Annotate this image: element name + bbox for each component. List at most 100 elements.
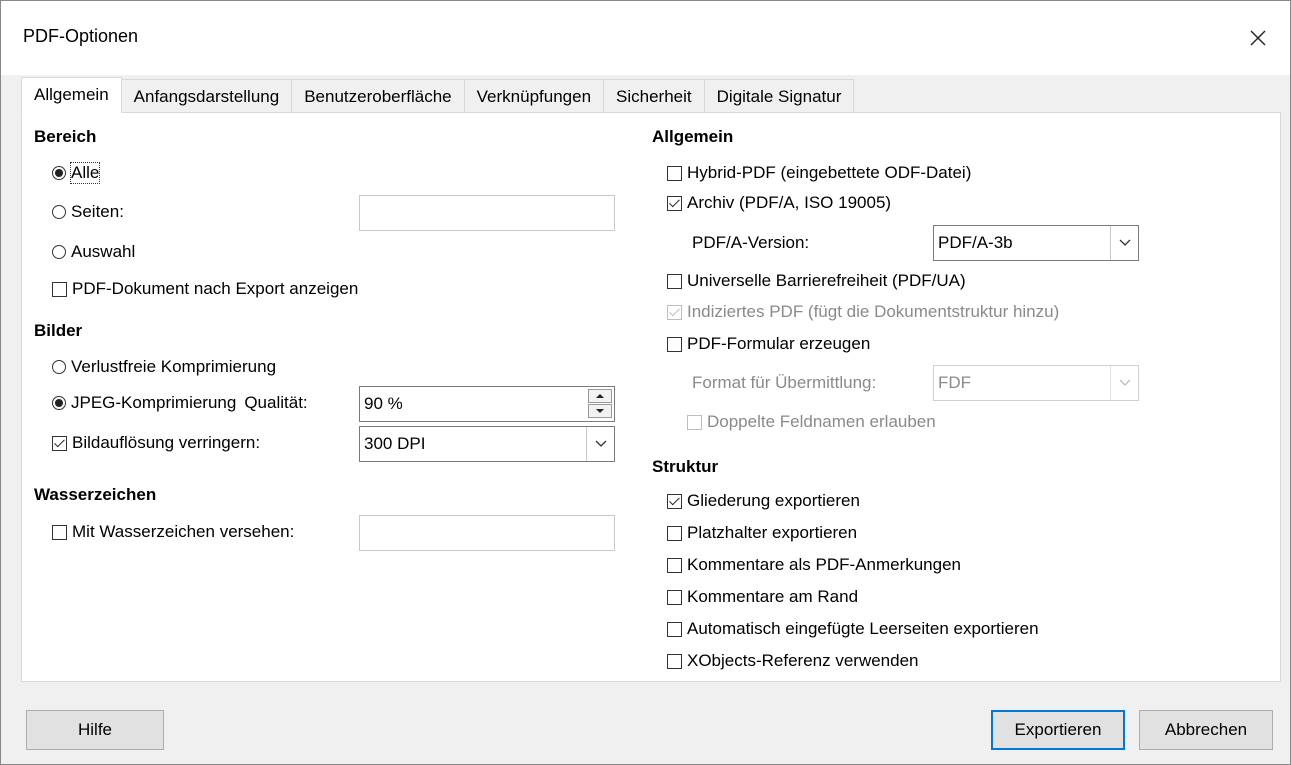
pdfa-version-dropdown-button[interactable] xyxy=(1110,226,1138,260)
duplicate-fields-checkbox xyxy=(687,414,702,430)
xobjects-option[interactable]: XObjects-Referenz verwenden xyxy=(667,649,919,673)
structure-heading: Struktur xyxy=(652,457,719,476)
watermark-label: Mit Wasserzeichen versehen: xyxy=(72,522,295,541)
title-bar: PDF-Optionen xyxy=(1,1,1290,75)
submit-format-label-row: Format für Übermittlung: xyxy=(692,371,876,395)
chevron-down-icon xyxy=(595,440,606,447)
archive-pdfa-checkbox[interactable] xyxy=(667,195,682,211)
pdfa-version-select[interactable]: PDF/A-3b xyxy=(933,225,1139,261)
export-placeholders-label: Platzhalter exportieren xyxy=(687,523,858,542)
export-outline-option[interactable]: Gliederung exportieren xyxy=(667,489,860,513)
range-pages-option[interactable]: Seiten: xyxy=(52,200,124,224)
quality-label: Qualität: xyxy=(244,393,308,412)
quality-value: 90 % xyxy=(364,394,403,413)
tab-bar: Allgemein Anfangsdarstellung Benutzerobe… xyxy=(21,77,855,113)
comments-annotations-option[interactable]: Kommentare als PDF-Anmerkungen xyxy=(667,553,961,577)
jpeg-radio[interactable] xyxy=(52,396,66,410)
spin-up-button[interactable] xyxy=(588,389,612,403)
hybrid-pdf-checkbox[interactable] xyxy=(667,165,682,181)
xobjects-label: XObjects-Referenz verwenden xyxy=(687,651,919,670)
lossless-radio[interactable] xyxy=(52,360,66,374)
export-placeholders-checkbox[interactable] xyxy=(667,525,682,541)
blank-pages-option[interactable]: Automatisch eingefügte Leerseiten export… xyxy=(667,617,1039,641)
general-tab-panel: Bereich Alle Seiten: Auswahl PDF-Dokumen… xyxy=(21,112,1281,682)
create-form-checkbox[interactable] xyxy=(667,336,682,352)
lossless-option[interactable]: Verlustfreie Komprimierung xyxy=(52,355,276,379)
range-pages-radio[interactable] xyxy=(52,205,66,219)
tab-benutzeroberflaeche[interactable]: Benutzeroberfläche xyxy=(292,79,465,113)
tab-digitale-signatur[interactable]: Digitale Signatur xyxy=(704,79,855,113)
pdf-ua-option[interactable]: Universelle Barrierefreiheit (PDF/UA) xyxy=(667,269,966,293)
range-selection-option[interactable]: Auswahl xyxy=(52,240,135,264)
reduce-resolution-option[interactable]: Bildauflösung verringern: xyxy=(52,431,260,455)
reduce-resolution-checkbox[interactable] xyxy=(52,435,67,451)
range-all-label: Alle xyxy=(69,162,101,184)
export-button[interactable]: Exportieren xyxy=(991,710,1125,750)
pages-input[interactable] xyxy=(359,195,615,231)
tagged-pdf-label: Indiziertes PDF (fügt die Dokumentstrukt… xyxy=(687,302,1060,321)
range-pages-label: Seiten: xyxy=(71,202,124,221)
watermark-checkbox[interactable] xyxy=(52,524,67,540)
range-selection-label: Auswahl xyxy=(71,242,136,261)
range-heading: Bereich xyxy=(34,127,97,146)
pdf-ua-checkbox[interactable] xyxy=(667,273,682,289)
hybrid-pdf-label: Hybrid-PDF (eingebettete ODF-Datei) xyxy=(687,163,972,182)
close-button[interactable] xyxy=(1226,1,1290,75)
submit-format-select: FDF xyxy=(933,365,1139,401)
submit-format-value: FDF xyxy=(938,373,972,392)
export-placeholders-option[interactable]: Platzhalter exportieren xyxy=(667,521,857,545)
help-button[interactable]: Hilfe xyxy=(26,710,164,750)
spin-down-button[interactable] xyxy=(588,404,612,418)
view-after-export-label: PDF-Dokument nach Export anzeigen xyxy=(72,279,359,298)
quality-spinbox[interactable]: 90 % xyxy=(359,386,615,422)
watermark-option[interactable]: Mit Wasserzeichen versehen: xyxy=(52,520,294,544)
duplicate-fields-label: Doppelte Feldnamen erlauben xyxy=(707,412,936,431)
quality-spin-buttons xyxy=(588,389,612,419)
resolution-select[interactable]: 300 DPI xyxy=(359,426,615,462)
pdfa-version-label-row: PDF/A-Version: xyxy=(692,231,809,255)
pdf-options-dialog: PDF-Optionen Allgemein Anfangsdarstellun… xyxy=(0,0,1291,765)
cancel-button-label: Abbrechen xyxy=(1164,720,1248,739)
chevron-down-icon xyxy=(1119,379,1130,386)
jpeg-option[interactable]: JPEG-Komprimierung Qualität: xyxy=(52,391,308,415)
archive-pdfa-label: Archiv (PDF/A, ISO 19005) xyxy=(687,193,892,212)
help-button-label: Hilfe xyxy=(77,720,112,739)
hybrid-pdf-option[interactable]: Hybrid-PDF (eingebettete ODF-Datei) xyxy=(667,161,971,185)
blank-pages-checkbox[interactable] xyxy=(667,621,682,637)
tagged-pdf-option: Indiziertes PDF (fügt die Dokumentstrukt… xyxy=(667,300,1059,324)
comments-margin-option[interactable]: Kommentare am Rand xyxy=(667,585,858,609)
spin-up-icon xyxy=(596,394,604,398)
general-heading: Allgemein xyxy=(652,127,734,146)
comments-margin-label: Kommentare am Rand xyxy=(687,587,859,606)
comments-margin-checkbox[interactable] xyxy=(667,589,682,605)
blank-pages-label: Automatisch eingefügte Leerseiten export… xyxy=(687,619,1039,638)
comments-annotations-checkbox[interactable] xyxy=(667,557,682,573)
jpeg-label: JPEG-Komprimierung xyxy=(71,393,237,412)
tab-sicherheit[interactable]: Sicherheit xyxy=(604,79,705,113)
export-button-label: Exportieren xyxy=(1014,720,1102,739)
resolution-value: 300 DPI xyxy=(364,434,426,453)
submit-format-label: Format für Übermittlung: xyxy=(692,373,877,392)
export-outline-checkbox[interactable] xyxy=(667,493,682,509)
tab-allgemein[interactable]: Allgemein xyxy=(21,77,122,113)
chevron-down-icon xyxy=(1119,239,1130,246)
range-all-option[interactable]: Alle xyxy=(52,161,101,185)
tab-verknuepfungen[interactable]: Verknüpfungen xyxy=(464,79,605,113)
range-all-radio[interactable] xyxy=(52,166,66,180)
images-heading: Bilder xyxy=(34,321,83,340)
resolution-dropdown-button[interactable] xyxy=(586,427,614,461)
export-outline-label: Gliederung exportieren xyxy=(687,491,860,510)
xobjects-checkbox[interactable] xyxy=(667,653,682,669)
tab-anfangsdarstellung[interactable]: Anfangsdarstellung xyxy=(121,79,293,113)
pdf-ua-label: Universelle Barrierefreiheit (PDF/UA) xyxy=(687,271,966,290)
pdfa-version-value: PDF/A-3b xyxy=(938,233,1013,252)
create-form-option[interactable]: PDF-Formular erzeugen xyxy=(667,332,870,356)
cancel-button[interactable]: Abbrechen xyxy=(1139,710,1273,750)
reduce-resolution-label: Bildauflösung verringern: xyxy=(72,433,261,452)
comments-annotations-label: Kommentare als PDF-Anmerkungen xyxy=(687,555,962,574)
watermark-input[interactable] xyxy=(359,515,615,551)
view-after-export-checkbox[interactable] xyxy=(52,281,67,297)
range-selection-radio[interactable] xyxy=(52,245,66,259)
archive-pdfa-option[interactable]: Archiv (PDF/A, ISO 19005) xyxy=(667,191,891,215)
view-after-export-option[interactable]: PDF-Dokument nach Export anzeigen xyxy=(52,277,358,301)
